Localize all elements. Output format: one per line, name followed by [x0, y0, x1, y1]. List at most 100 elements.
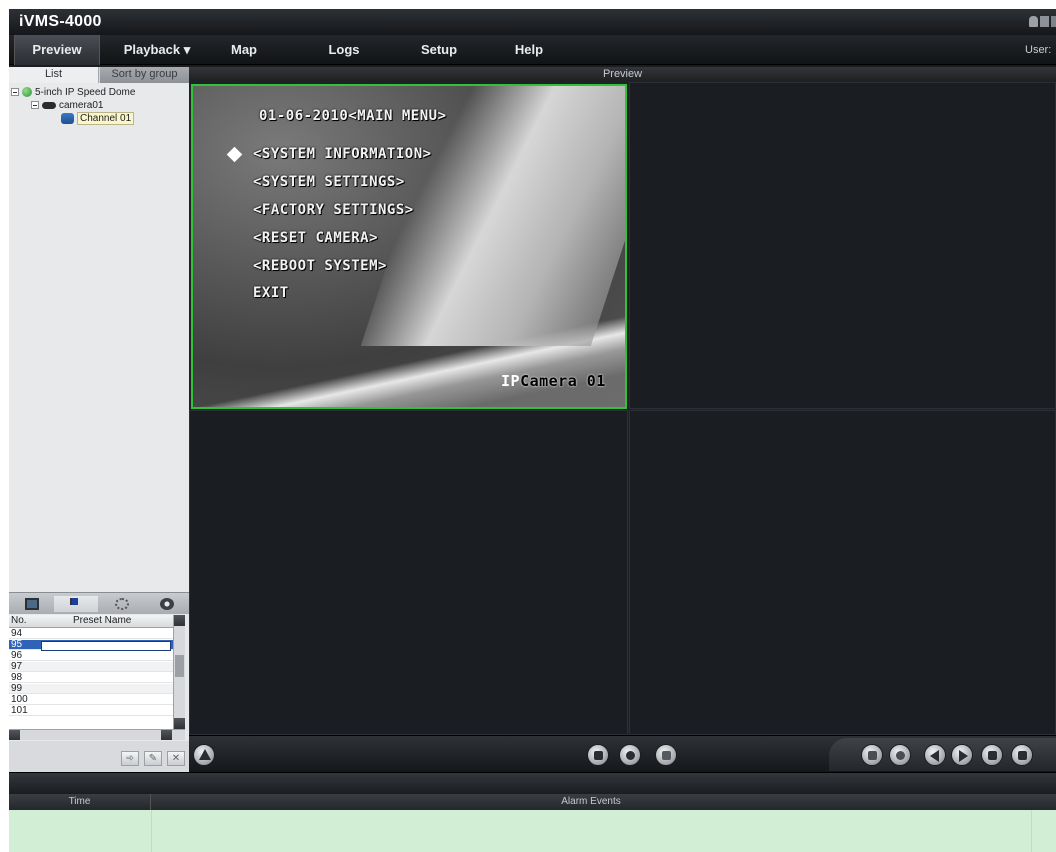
app-window: iVMS-4000 Preview Playback ▾ Map Logs Se…	[9, 9, 1056, 852]
tab-pattern[interactable]	[144, 596, 188, 612]
call-preset-icon[interactable]: ➾	[121, 751, 139, 766]
tree-device-label: camera01	[59, 100, 104, 111]
preset-row[interactable]: 97	[9, 662, 173, 672]
fullscreen-icon[interactable]	[889, 744, 911, 766]
title-bar: iVMS-4000	[9, 9, 1056, 35]
column-divider	[151, 810, 152, 852]
scroll-down-icon[interactable]	[174, 718, 185, 729]
preset-no: 101	[11, 705, 28, 716]
video-cell-2[interactable]	[629, 82, 1056, 409]
preset-no: 99	[11, 683, 23, 694]
tree-root-label: 5-inch IP Speed Dome	[35, 87, 136, 98]
osd-camera-label: Camera 01	[520, 372, 606, 390]
delete-preset-icon[interactable]: ✕	[167, 751, 185, 766]
tab-ptz-control[interactable]	[9, 596, 53, 612]
tab-tour[interactable]	[99, 596, 143, 612]
tab-list[interactable]: List	[9, 67, 99, 83]
scroll-right-icon[interactable]	[161, 730, 172, 740]
preset-row[interactable]: 101	[9, 706, 173, 716]
preset-vertical-scrollbar[interactable]	[173, 615, 185, 729]
preset-no: 100	[11, 694, 28, 705]
menu-bar: Preview Playback ▾ Map Logs Setup Help U…	[9, 35, 1056, 65]
preset-row[interactable]: 96	[9, 651, 173, 661]
column-header-no[interactable]: No.	[11, 615, 27, 627]
user-icon[interactable]	[1029, 16, 1038, 27]
scroll-up-icon[interactable]	[174, 615, 185, 626]
preset-table: No. Preset Name 94 95 96 97 98 99 100 10…	[9, 615, 185, 729]
app-title: iVMS-4000	[19, 13, 102, 30]
preset-no: 96	[11, 650, 23, 661]
preset-row[interactable]: 94	[9, 629, 173, 639]
scroll-thumb[interactable]	[175, 655, 184, 677]
preset-row-selected[interactable]: 95	[9, 639, 173, 651]
preset-no: 95	[11, 639, 23, 650]
menu-map[interactable]: Map	[214, 35, 274, 65]
column-header-time[interactable]: Time	[9, 794, 151, 810]
alarm-icon[interactable]	[193, 744, 215, 766]
preset-row[interactable]: 98	[9, 673, 173, 683]
menu-logs[interactable]: Logs	[309, 35, 379, 65]
osd-camera-name: IPCamera 01	[501, 372, 606, 390]
tab-preset[interactable]	[54, 596, 98, 612]
preset-row[interactable]: 99	[9, 684, 173, 694]
column-header-preset-name[interactable]: Preset Name	[73, 615, 131, 627]
globe-icon	[22, 87, 32, 98]
video-cell-4[interactable]	[629, 410, 1056, 735]
column-header-alarm-events[interactable]: Alarm Events	[151, 794, 1031, 810]
tab-sort-by-group[interactable]: Sort by group	[100, 67, 189, 83]
preset-row[interactable]: 100	[9, 695, 173, 705]
menu-preview[interactable]: Preview	[14, 35, 100, 65]
alarm-panel-bar	[9, 772, 1056, 794]
record-all-icon[interactable]	[619, 744, 641, 766]
menu-playback[interactable]: Playback ▾	[109, 35, 205, 65]
tree-item-device[interactable]: camera01	[31, 99, 103, 112]
osd-menu-title: 01-06-2010<MAIN MENU>	[259, 108, 447, 124]
preset-no: 97	[11, 661, 23, 672]
save-view-icon[interactable]	[1011, 744, 1033, 766]
tour-icon	[115, 598, 129, 610]
next-page-icon[interactable]	[951, 744, 973, 766]
left-tabs: List Sort by group	[9, 67, 189, 83]
preset-horizontal-scrollbar[interactable]	[9, 729, 185, 740]
scroll-left-icon[interactable]	[9, 730, 20, 740]
osd-menu-item: <FACTORY SETTINGS>	[253, 202, 414, 218]
left-panel: List Sort by group 5-inch IP Speed Dome …	[9, 67, 189, 772]
channel-icon	[61, 112, 74, 124]
osd-menu-item: <SYSTEM SETTINGS>	[253, 174, 405, 190]
prev-page-icon[interactable]	[924, 744, 946, 766]
osd-menu-item: <REBOOT SYSTEM>	[253, 258, 387, 274]
video-cell-3[interactable]	[189, 410, 628, 735]
video-cell-1[interactable]: 01-06-2010<MAIN MENU> <SYSTEM INFORMATIO…	[191, 84, 627, 409]
camera-icon	[42, 101, 56, 109]
flag-icon	[70, 598, 84, 605]
collapse-icon[interactable]	[31, 101, 39, 110]
lock-icon[interactable]	[1040, 16, 1049, 27]
preset-no: 94	[11, 628, 23, 639]
menu-setup[interactable]: Setup	[404, 35, 474, 65]
device-tree: 5-inch IP Speed Dome camera01 Channel 01	[9, 84, 189, 592]
set-preset-icon[interactable]: ✎	[144, 751, 162, 766]
video-grid: 01-06-2010<MAIN MENU> <SYSTEM INFORMATIO…	[189, 82, 1056, 735]
preset-table-header: No. Preset Name	[9, 615, 173, 628]
preset-actions: ➾ ✎ ✕	[9, 741, 189, 772]
ptz-tabs	[9, 592, 189, 614]
tree-channel-label: Channel 01	[77, 112, 135, 125]
layout-icon[interactable]	[861, 744, 883, 766]
preset-no: 98	[11, 672, 23, 683]
capture-icon[interactable]	[655, 744, 677, 766]
pattern-icon	[160, 598, 174, 610]
preview-toolbar	[189, 735, 1056, 772]
osd-pointer-icon	[226, 146, 243, 163]
alarm-table-header: Time Alarm Events	[9, 794, 1056, 810]
user-label: User:	[1025, 44, 1052, 56]
preview-header: Preview	[189, 67, 1056, 82]
menu-help[interactable]: Help	[499, 35, 559, 65]
tree-item-root[interactable]: 5-inch IP Speed Dome	[11, 86, 135, 99]
osd-menu-item: <RESET CAMERA>	[253, 230, 379, 246]
auto-switch-icon[interactable]	[981, 744, 1003, 766]
camera-feed: 01-06-2010<MAIN MENU> <SYSTEM INFORMATIO…	[193, 86, 625, 407]
minimize-icon[interactable]	[1051, 16, 1056, 27]
stop-all-icon[interactable]	[587, 744, 609, 766]
tree-item-channel[interactable]: Channel 01	[61, 112, 135, 125]
collapse-icon[interactable]	[11, 88, 19, 97]
